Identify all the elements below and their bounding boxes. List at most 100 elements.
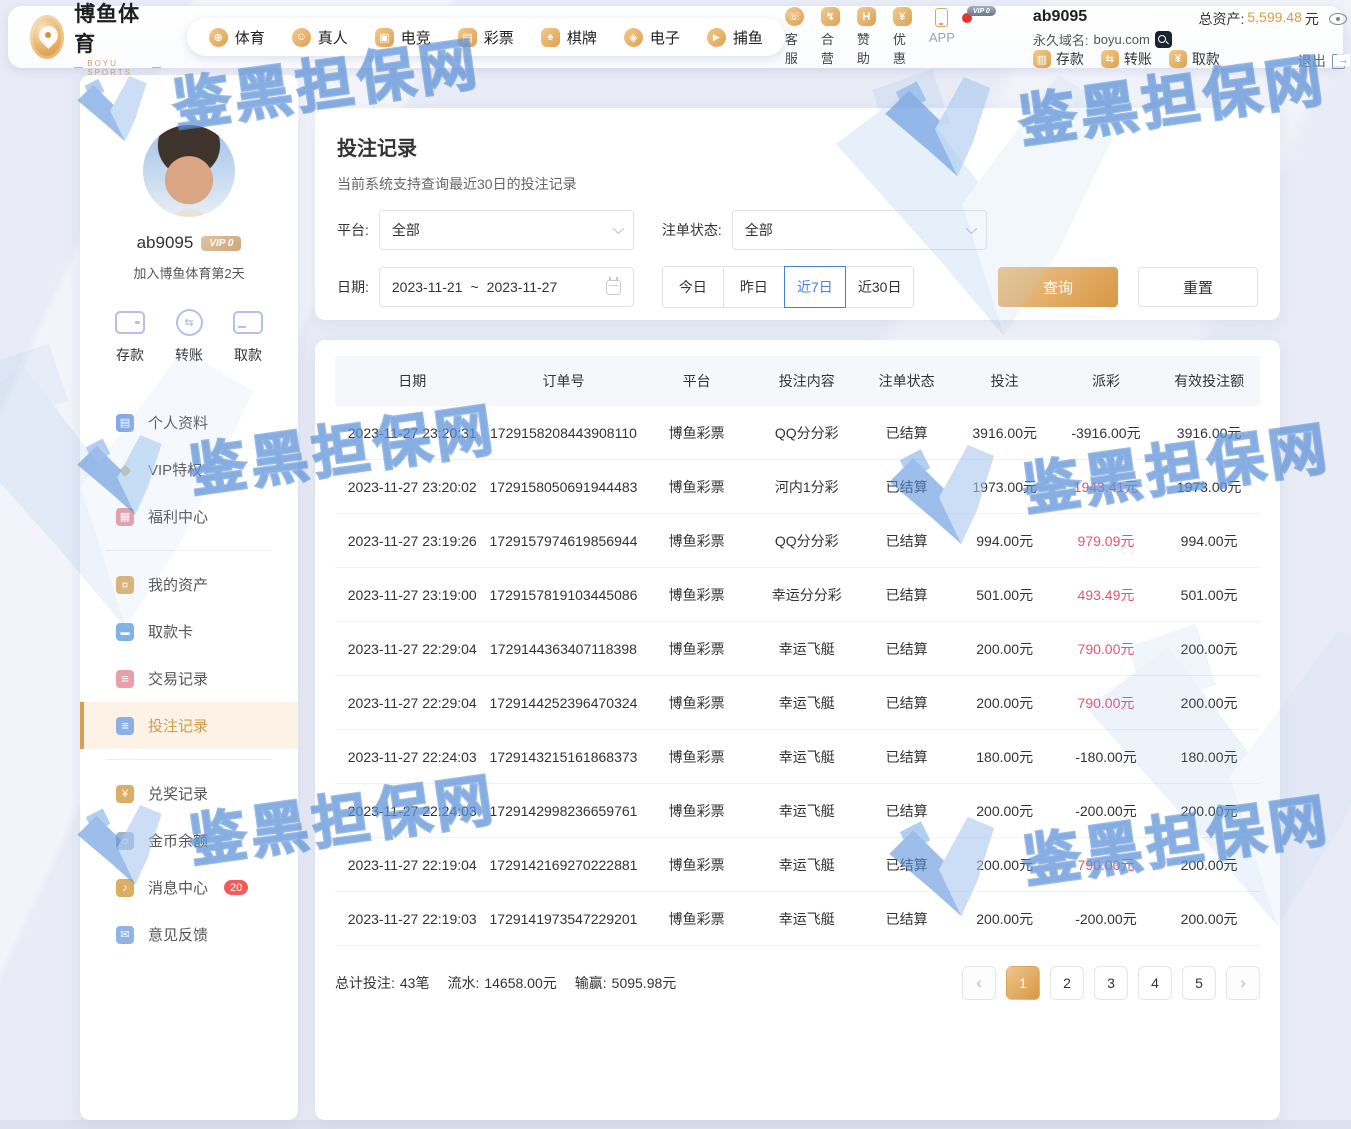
cell-bet-amount: 1973.00元 (956, 477, 1054, 497)
sidebar-item-coin-balance[interactable]: 金币余额 (80, 817, 298, 864)
search-button[interactable]: 查询 (998, 267, 1118, 307)
withdraw-button[interactable]: 取款 (1169, 49, 1220, 69)
cell-platform: 博鱼彩票 (637, 639, 755, 659)
cell-date: 2023-11-27 22:19:03 (335, 911, 489, 927)
sidebar-withdraw-button[interactable]: 取款 (233, 308, 263, 365)
sidebar-item-assets[interactable]: 我的资产 (80, 561, 298, 608)
cell-valid-bet: 3916.00元 (1158, 423, 1260, 443)
range-7d-button[interactable]: 近7日 (784, 266, 846, 308)
cell-date: 2023-11-27 23:20:02 (335, 479, 489, 495)
feedback-icon (116, 926, 134, 944)
brand-subtitle: BOYU SPORTS (74, 59, 161, 77)
nav-item-fishing[interactable]: 捕鱼 (707, 27, 763, 48)
vip-icon (116, 461, 134, 479)
sidebar-item-welfare[interactable]: 福利中心 (80, 493, 298, 540)
total-bets: 43笔 (400, 973, 430, 993)
cell-platform: 博鱼彩票 (637, 801, 755, 821)
cell-order-no: 1729143215161868373 (489, 749, 637, 765)
cell-bet-content: 幸运飞艇 (756, 855, 858, 875)
prev-page-button[interactable]: ‹ (962, 966, 996, 1000)
sponsor-icon (857, 7, 876, 26)
partnership-link[interactable]: 合营 (821, 7, 840, 67)
redeem-icon (116, 785, 134, 803)
lottery-icon (458, 28, 477, 47)
page-button-4[interactable]: 4 (1138, 966, 1172, 1000)
sponsor-link[interactable]: 赞助 (857, 7, 876, 67)
cell-status: 已结算 (858, 585, 956, 605)
sidebar-item-bet-records[interactable]: 投注记录 (80, 702, 298, 749)
table-row: 2023-11-27 22:29:04 1729144252396470324 … (335, 676, 1260, 730)
cell-date: 2023-11-27 22:29:04 (335, 641, 489, 657)
cell-status: 已结算 (858, 747, 956, 767)
nav-item-poker[interactable]: 棋牌 (541, 27, 597, 48)
sidebar-quick-actions: 存款 转账 取款 (115, 308, 263, 365)
cell-bet-content: 幸运飞艇 (756, 801, 858, 821)
cell-valid-bet: 994.00元 (1158, 531, 1260, 551)
range-today-button[interactable]: 今日 (662, 266, 724, 308)
page-button-2[interactable]: 2 (1050, 966, 1084, 1000)
sidebar-item-transactions[interactable]: 交易记录 (80, 655, 298, 702)
logout-button[interactable]: 退出 (1298, 51, 1345, 71)
nav-item-sports[interactable]: 体育 (209, 27, 265, 48)
withdraw-icon (1169, 50, 1187, 68)
sidebar-item-redeem[interactable]: 兑奖记录 (80, 770, 298, 817)
cell-bet-amount: 180.00元 (956, 747, 1054, 767)
customer-service-icon (785, 7, 804, 26)
cell-valid-bet: 200.00元 (1158, 909, 1260, 929)
platform-select[interactable]: 全部 (379, 210, 634, 250)
sidebar-transfer-button[interactable]: 转账 (175, 308, 203, 365)
sidebar-avatar[interactable] (143, 125, 235, 217)
chevron-down-icon (613, 223, 624, 234)
eye-icon[interactable] (1329, 13, 1347, 25)
transfer-icon (176, 309, 203, 336)
cell-order-no: 1729142169270222881 (489, 857, 637, 873)
records-card: 日期 订单号 平台 投注内容 注单状态 投注 派彩 有效投注额 2023-11-… (315, 340, 1280, 1120)
next-page-button[interactable]: › (1226, 966, 1260, 1000)
main-nav: 体育 真人 电竞 彩票 棋牌 电子 捕鱼 (187, 18, 785, 56)
brand-logo[interactable]: 博鱼体育 BOYU SPORTS (30, 0, 161, 77)
nav-item-live[interactable]: 真人 (292, 27, 348, 48)
transfer-button[interactable]: 转账 (1101, 49, 1152, 69)
cell-date: 2023-11-27 23:19:00 (335, 587, 489, 603)
cell-bet-content: 幸运分分彩 (756, 585, 858, 605)
cell-status: 已结算 (858, 477, 956, 497)
search-icon[interactable] (1155, 31, 1172, 48)
range-yesterday-button[interactable]: 昨日 (723, 266, 785, 308)
nav-item-lottery[interactable]: 彩票 (458, 27, 514, 48)
customer-service-link[interactable]: 客服 (785, 7, 804, 67)
col-header-platform: 平台 (637, 371, 755, 391)
slots-icon (624, 28, 643, 47)
sidebar-deposit-button[interactable]: 存款 (115, 308, 145, 365)
logout-icon (1332, 54, 1345, 69)
sidebar-item-profile[interactable]: 个人资料 (80, 399, 298, 446)
partnership-icon (821, 7, 840, 26)
cell-valid-bet: 1973.00元 (1158, 477, 1260, 497)
cell-bet-content: 幸运飞艇 (756, 747, 858, 767)
page-button-3[interactable]: 3 (1094, 966, 1128, 1000)
nav-item-esports[interactable]: 电竞 (375, 27, 431, 48)
cell-bet-amount: 200.00元 (956, 909, 1054, 929)
vip-badge: VIP 0 (967, 6, 996, 16)
sidebar-item-messages[interactable]: 消息中心20 (80, 864, 298, 911)
page-button-1[interactable]: 1 (1006, 966, 1040, 1000)
status-select[interactable]: 全部 (732, 210, 987, 250)
sidebar-item-vip[interactable]: VIP特权 (80, 446, 298, 493)
col-header-valid: 有效投注额 (1158, 371, 1260, 391)
cell-valid-bet: 501.00元 (1158, 585, 1260, 605)
date-range-input[interactable]: 2023-11-21 ~ 2023-11-27 (379, 267, 634, 307)
nav-item-slots[interactable]: 电子 (624, 27, 680, 48)
total-assets: 总资产: 5,599.48 元 (1198, 9, 1318, 29)
table-row: 2023-11-27 23:19:26 1729157974619856944 … (335, 514, 1260, 568)
page-button-5[interactable]: 5 (1182, 966, 1216, 1000)
cell-valid-bet: 200.00元 (1158, 801, 1260, 821)
table-row: 2023-11-27 22:19:04 1729142169270222881 … (335, 838, 1260, 892)
app-link[interactable]: APP (929, 7, 955, 67)
range-30d-button[interactable]: 近30日 (845, 266, 915, 308)
reset-button[interactable]: 重置 (1138, 267, 1258, 307)
assets-amount: 5,599.48 (1247, 9, 1302, 29)
promotions-link[interactable]: 优惠 (893, 7, 912, 67)
sidebar-item-withdraw-card[interactable]: 取款卡 (80, 608, 298, 655)
deposit-button[interactable]: 存款 (1033, 49, 1084, 69)
col-header-date: 日期 (335, 371, 489, 391)
sidebar-item-feedback[interactable]: 意见反馈 (80, 911, 298, 958)
